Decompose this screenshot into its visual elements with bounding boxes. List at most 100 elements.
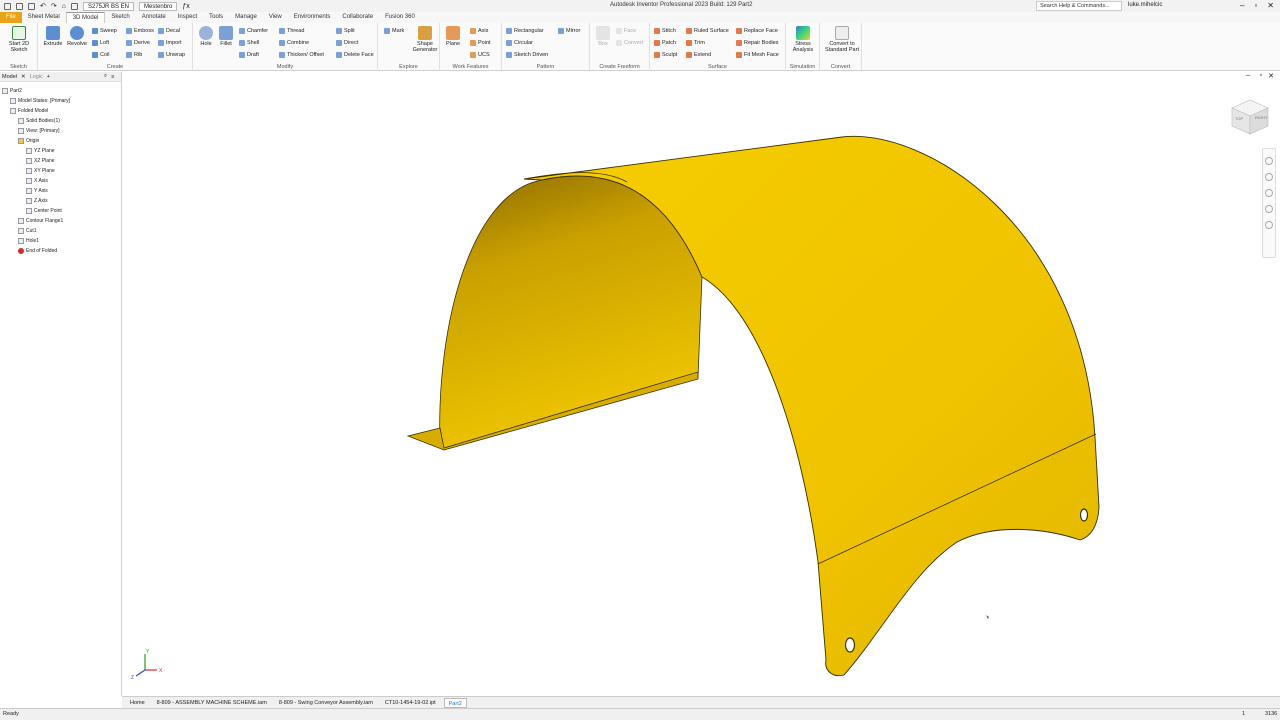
hole-button[interactable]: Hole (195, 26, 217, 47)
tab-fusion-360[interactable]: Fusion 360 (379, 12, 421, 23)
start-sketch-button[interactable]: Start 2D Sketch (8, 26, 30, 53)
stress-analysis-button[interactable]: Stress Analysis (792, 26, 814, 53)
rectangular-pattern-button[interactable]: Rectangular (506, 27, 544, 35)
zoom-icon[interactable] (1265, 189, 1273, 197)
tree-node[interactable]: View: [Primary] (0, 126, 121, 136)
tree-node[interactable]: Model States: [Primary] (0, 96, 121, 106)
split-button[interactable]: Split (336, 27, 355, 35)
plane-button[interactable]: Plane (442, 26, 464, 47)
sweep-button[interactable]: Sweep (92, 27, 117, 35)
thread-button[interactable]: Thread (279, 27, 304, 35)
close-icon[interactable]: ✕ (1267, 1, 1274, 11)
extrude-button[interactable]: Extrude (42, 26, 64, 47)
doc-tab[interactable]: 8-809 - ASSEMBLY MACHINE SCHEME.iam (153, 698, 271, 708)
fillet-button[interactable]: Fillet (215, 26, 237, 47)
viewport-maximize-icon[interactable]: ▫ (1260, 72, 1262, 79)
thicken-button[interactable]: Thicken/ Offset (279, 51, 324, 59)
loft-button[interactable]: Loft (92, 39, 109, 47)
pan-icon[interactable] (1265, 173, 1273, 181)
trim-button[interactable]: Trim (686, 39, 705, 47)
tree-node[interactable]: Origin (0, 136, 121, 146)
tree-node[interactable]: Center Point (0, 206, 121, 216)
maximize-icon[interactable]: ▫ (1254, 1, 1257, 11)
circular-pattern-button[interactable]: Circular (506, 39, 533, 47)
save-icon[interactable] (28, 2, 35, 10)
mark-button[interactable]: Mark (384, 27, 404, 35)
steering-wheel-icon[interactable] (1265, 157, 1273, 165)
draft-button[interactable]: Draft (239, 51, 259, 59)
tree-node[interactable]: Hole1 (0, 236, 121, 246)
tree-node[interactable]: End of Folded (0, 246, 121, 256)
convert-standard-button[interactable]: Convert to Standard Part (824, 26, 860, 53)
part-inner-face[interactable] (439, 175, 703, 449)
unwrap-button[interactable]: Unwrap (158, 51, 185, 59)
menu-icon[interactable]: ≡ (111, 74, 114, 80)
mount-hole[interactable] (1079, 508, 1089, 522)
tree-node[interactable]: XZ Plane (0, 156, 121, 166)
rib-button[interactable]: Rib (126, 51, 142, 59)
tree-node[interactable]: Cut1 (0, 226, 121, 236)
viewport-close-icon[interactable]: ✕ (1268, 72, 1274, 80)
material-select[interactable]: Mestenbro (139, 1, 178, 11)
project-select[interactable]: S275JR BS EN (82, 1, 135, 11)
browser-tab-logic[interactable]: Logic (30, 74, 43, 80)
shape-generator-button[interactable]: Shape Generator (412, 26, 438, 53)
doc-tab[interactable]: CT10-1454-19-02.ipt (381, 698, 440, 708)
sheet-metal-part[interactable] (406, 135, 1100, 677)
emboss-button[interactable]: Emboss (126, 27, 154, 35)
coil-button[interactable]: Coil (92, 51, 109, 59)
tree-node[interactable]: YZ Plane (0, 146, 121, 156)
tab-sketch[interactable]: Sketch (105, 12, 135, 23)
revolve-button[interactable]: Revolve (66, 26, 88, 47)
sketch-driven-button[interactable]: Sketch Driven (506, 51, 548, 59)
tab-file[interactable]: File (0, 12, 22, 23)
function-icon[interactable]: ƒx (182, 3, 189, 10)
redo-icon[interactable]: ↷ (51, 2, 57, 10)
add-tab-icon[interactable]: + (47, 74, 50, 80)
search-icon[interactable]: ⌕ (104, 73, 107, 80)
viewport-minimize-icon[interactable]: – (1246, 72, 1250, 79)
tree-node[interactable]: Contour Flange1 (0, 216, 121, 226)
mirror-button[interactable]: Mirror (558, 27, 580, 35)
tab-tools[interactable]: Tools (203, 12, 229, 23)
chamfer-button[interactable]: Chamfer (239, 27, 268, 35)
patch-button[interactable]: Patch (654, 39, 676, 47)
file-icon[interactable] (4, 2, 11, 10)
minimize-icon[interactable]: – (1240, 1, 1244, 11)
graphics-window[interactable]: Y X Z TOP RIGHT – ▫ ✕ (122, 72, 1280, 696)
tree-node[interactable]: Y Axis (0, 186, 121, 196)
delete-face-button[interactable]: Delete Face (336, 51, 374, 59)
import-button[interactable]: Import (158, 39, 182, 47)
tab-3d-model[interactable]: 3D Model (65, 12, 106, 23)
tree-node[interactable]: Solid Bodies(1) (0, 116, 121, 126)
direct-button[interactable]: Direct (336, 39, 358, 47)
close-icon[interactable]: ✕ (21, 74, 26, 80)
face-button[interactable]: Face (616, 27, 636, 35)
tree-node[interactable]: Part2 (0, 86, 121, 96)
ucs-button[interactable]: UCS (470, 51, 490, 59)
replace-face-button[interactable]: Replace Face (736, 27, 778, 35)
new-icon[interactable] (16, 2, 23, 10)
axis-button[interactable]: Axis (470, 27, 488, 35)
undo-icon[interactable]: ↶ (40, 2, 46, 10)
part-viewport[interactable]: Y X Z TOP RIGHT (122, 72, 1280, 696)
combine-button[interactable]: Combine (279, 39, 309, 47)
orbit-icon[interactable] (1265, 205, 1273, 213)
print-icon[interactable] (70, 2, 78, 10)
sculpt-button[interactable]: Sculpt (654, 51, 677, 59)
doc-tab[interactable]: 8-809 - Swing Conveyor Assembly.iam (275, 698, 377, 708)
help-search-input[interactable]: Search Help & Commands... (1036, 1, 1122, 11)
fit-mesh-face-button[interactable]: Fit Mesh Face (736, 51, 779, 59)
tab-sheet-metal[interactable]: Sheet Metal (22, 12, 66, 23)
tree-node[interactable]: Folded Model (0, 106, 121, 116)
browser-tab-model[interactable]: Model (2, 74, 17, 80)
tab-inspect[interactable]: Inspect (172, 12, 203, 23)
ruled-surface-button[interactable]: Ruled Surface (686, 27, 729, 35)
tab-view[interactable]: View (263, 12, 288, 23)
tree-node[interactable]: X Axis (0, 176, 121, 186)
point-button[interactable]: Point (470, 39, 491, 47)
repair-bodies-button[interactable]: Repair Bodies (736, 39, 779, 47)
box-button[interactable]: Box (592, 26, 614, 47)
decal-button[interactable]: Decal (158, 27, 180, 35)
tree-node[interactable]: Z Axis (0, 196, 121, 206)
